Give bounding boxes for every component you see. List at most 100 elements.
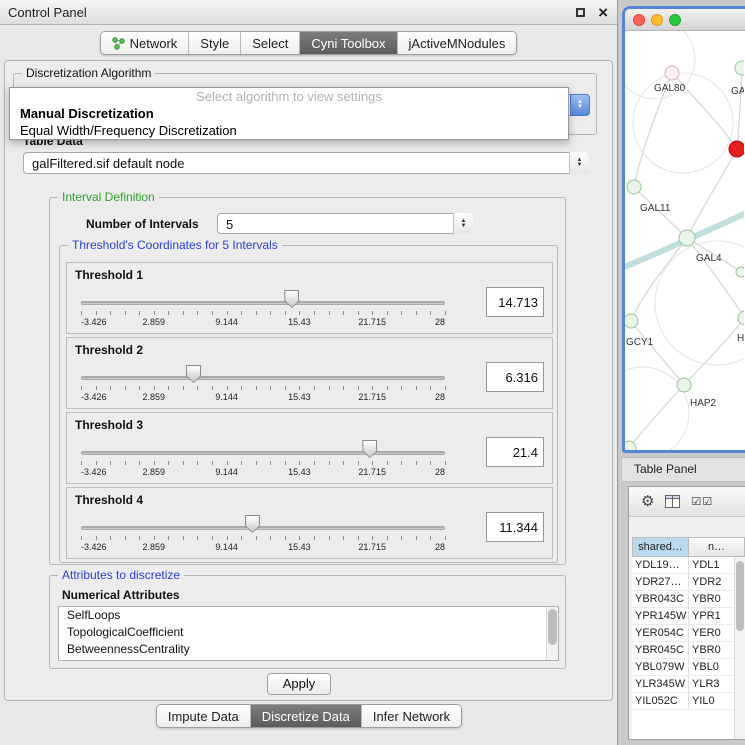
mac-zoom-icon[interactable]	[669, 14, 681, 26]
table-row[interactable]: YDL19…YDL1	[632, 557, 745, 574]
threshold-slider[interactable]: -3.4262.8599.14415.4321.71528	[79, 510, 447, 558]
combo-arrows-icon[interactable]: ▲▼	[569, 152, 589, 174]
network-canvas[interactable]: GAL80GAGAL11GAL4GCY1HHAP2	[625, 31, 745, 450]
threshold-slider[interactable]: -3.4262.8599.14415.4321.71528	[79, 435, 447, 483]
table-cell[interactable]: YDR27…	[632, 574, 689, 590]
slider-thumb[interactable]	[284, 290, 299, 308]
table-row[interactable]: YLR345WYLR3	[632, 676, 745, 693]
table-row[interactable]: YBR043CYBR0	[632, 591, 745, 608]
network-node-gal4[interactable]	[679, 230, 695, 246]
table-row[interactable]: YPR145WYPR1	[632, 608, 745, 625]
apply-button[interactable]: Apply	[267, 673, 331, 695]
scale-label: 15.43	[288, 317, 311, 327]
threshold-slider[interactable]: -3.4262.8599.14415.4321.71528	[79, 360, 447, 408]
tab-impute-data[interactable]: Impute Data	[157, 705, 250, 727]
network-node-gal11[interactable]	[627, 180, 641, 194]
network-edge[interactable]	[687, 238, 744, 318]
table-row[interactable]: YBL079WYBL0	[632, 659, 745, 676]
table-scrollbar[interactable]	[734, 557, 745, 739]
network-node[interactable]	[729, 141, 744, 157]
tick-mark	[329, 311, 330, 315]
tick-mark	[285, 311, 286, 315]
float-window-icon[interactable]	[576, 8, 585, 17]
network-edge[interactable]	[684, 318, 744, 385]
slider-thumb[interactable]	[362, 440, 377, 458]
table-data-combobox[interactable]: galFiltered.sif default node ▲▼	[23, 152, 589, 174]
columns-icon[interactable]	[665, 495, 680, 508]
table-cell[interactable]: YPR145W	[632, 608, 689, 624]
network-node-gcy1[interactable]	[625, 314, 638, 328]
slider-track[interactable]	[81, 526, 445, 530]
network-node-ga[interactable]	[735, 61, 744, 75]
attribute-item-topologicalcoefficient[interactable]: TopologicalCoefficient	[59, 624, 558, 641]
list-scrollbar[interactable]	[546, 607, 558, 660]
tick-mark	[183, 386, 184, 390]
tab-label: jActiveMNodules	[409, 36, 506, 51]
network-edge[interactable]	[629, 385, 684, 448]
slider-track[interactable]	[81, 301, 445, 305]
numerical-attributes-list[interactable]: SelfLoopsTopologicalCoefficientBetweenne…	[58, 606, 559, 661]
tick-mark	[212, 536, 213, 540]
slider-thumb[interactable]	[245, 515, 260, 533]
network-node-hap2[interactable]	[677, 378, 691, 392]
scrollbar-thumb[interactable]	[736, 561, 744, 631]
network-graph[interactable]: GAL80GAGAL11GAL4GCY1HHAP2	[625, 31, 744, 450]
tick-mark	[314, 386, 315, 390]
table-cell[interactable]: YBL079W	[632, 659, 689, 675]
combo-arrows-icon[interactable]: ▲▼	[453, 213, 473, 234]
network-edge[interactable]	[737, 69, 742, 149]
table-cell[interactable]: YBR045C	[632, 642, 689, 658]
threshold-value-input[interactable]	[486, 287, 544, 317]
tab-select[interactable]: Select	[240, 32, 299, 54]
tab-jactivemnodules[interactable]: jActiveMNodules	[397, 32, 517, 54]
threshold-slider[interactable]: -3.4262.8599.14415.4321.71528	[79, 285, 447, 333]
network-node[interactable]	[625, 441, 636, 450]
tick-mark	[329, 536, 330, 540]
table-cell[interactable]: YBR043C	[632, 591, 689, 607]
threshold-value-input[interactable]	[486, 362, 544, 392]
combo-arrows-icon[interactable]: ▲▼	[570, 94, 590, 116]
dropdown-hint-item[interactable]: Select algorithm to view settings	[10, 88, 568, 105]
network-edge[interactable]	[631, 321, 684, 385]
network-node-gal80[interactable]	[665, 66, 679, 80]
table-row[interactable]: YER054CYER0	[632, 625, 745, 642]
table-row[interactable]: YIL052CYIL0	[632, 693, 745, 710]
table-cell[interactable]: YDL19…	[632, 557, 689, 573]
table-row[interactable]: YDR27…YDR2	[632, 574, 745, 591]
slider-track[interactable]	[81, 376, 445, 380]
mac-minimize-icon[interactable]	[651, 14, 663, 26]
table-cell[interactable]: YLR345W	[632, 676, 689, 692]
network-node-h[interactable]	[738, 311, 744, 325]
table-cell[interactable]: YER054C	[632, 625, 689, 641]
table-cell[interactable]: YIL052C	[632, 693, 689, 709]
tick-mark	[139, 311, 140, 315]
tab-infer-network[interactable]: Infer Network	[361, 705, 461, 727]
attribute-item-betweennesscentrality[interactable]: BetweennessCentrality	[59, 641, 558, 658]
attribute-item-selfloops[interactable]: SelfLoops	[59, 607, 558, 624]
tab-style[interactable]: Style	[188, 32, 240, 54]
number-of-intervals-combobox[interactable]: 5 ▲▼	[217, 213, 473, 234]
slider-track[interactable]	[81, 451, 445, 455]
mac-close-icon[interactable]	[633, 14, 645, 26]
threshold-value-input[interactable]	[486, 512, 544, 542]
network-node[interactable]	[736, 267, 744, 277]
network-edge[interactable]	[687, 149, 737, 238]
tab-network[interactable]: Network	[101, 32, 189, 54]
select-columns-icon[interactable]: ☑☑	[691, 495, 713, 508]
gear-icon[interactable]: ⚙	[641, 494, 654, 509]
tick-mark	[343, 311, 344, 315]
dropdown-option-manual-discretization[interactable]: Manual Discretization	[10, 105, 568, 122]
table-row[interactable]: YBR045CYBR0	[632, 642, 745, 659]
slider-thumb[interactable]	[186, 365, 201, 383]
node-label: GA	[731, 86, 744, 97]
column-header-1[interactable]: shared…	[632, 537, 689, 557]
threshold-value-input[interactable]	[486, 437, 544, 467]
dropdown-option-equal-width-frequency-discretization[interactable]: Equal Width/Frequency Discretization	[10, 122, 568, 139]
scrollbar-thumb[interactable]	[548, 609, 557, 645]
tab-discretize-data[interactable]: Discretize Data	[250, 705, 361, 727]
tab-cyni-toolbox[interactable]: Cyni Toolbox	[299, 32, 396, 54]
close-icon[interactable]: ×	[598, 2, 608, 23]
column-header-2[interactable]: n…	[689, 537, 745, 557]
tick-mark	[270, 461, 271, 465]
table-panel-title: Table Panel	[634, 462, 697, 476]
